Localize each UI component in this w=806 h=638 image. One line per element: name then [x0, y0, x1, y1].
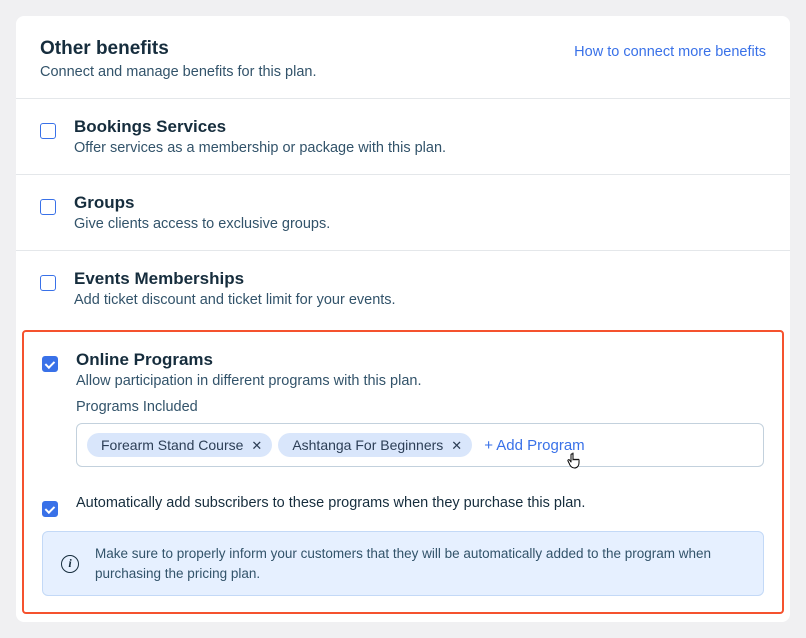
- bookings-body: Bookings Services Offer services as a me…: [74, 117, 766, 156]
- auto-add-row: Automatically add subscribers to these p…: [24, 481, 782, 517]
- info-icon: i: [61, 555, 79, 573]
- programs-included-input[interactable]: Forearm Stand Course ✕ Ashtanga For Begi…: [76, 423, 764, 467]
- online-programs-highlight: Online Programs Allow participation in d…: [22, 330, 784, 614]
- programs-title: Online Programs: [76, 350, 764, 370]
- programs-included-area: Programs Included Forearm Stand Course ✕…: [24, 399, 782, 481]
- benefit-row-programs: Online Programs Allow participation in d…: [24, 332, 782, 399]
- bookings-checkbox[interactable]: [40, 123, 56, 139]
- groups-desc: Give clients access to exclusive groups.: [74, 216, 766, 232]
- benefit-row-groups: Groups Give clients access to exclusive …: [16, 174, 790, 250]
- auto-add-text: Automatically add subscribers to these p…: [76, 495, 585, 511]
- card-subtitle: Connect and manage benefits for this pla…: [40, 64, 574, 80]
- bookings-title: Bookings Services: [74, 117, 766, 137]
- auto-add-checkbox[interactable]: [42, 501, 58, 517]
- program-chip: Ashtanga For Beginners ✕: [278, 433, 472, 457]
- bookings-desc: Offer services as a membership or packag…: [74, 140, 766, 156]
- card-title: Other benefits: [40, 38, 574, 60]
- info-banner: i Make sure to properly inform your cust…: [42, 531, 764, 596]
- benefit-row-bookings: Bookings Services Offer services as a me…: [16, 98, 790, 174]
- programs-included-label: Programs Included: [76, 399, 764, 415]
- groups-checkbox[interactable]: [40, 199, 56, 215]
- cursor-pointer-icon: [567, 451, 583, 474]
- close-icon[interactable]: ✕: [251, 439, 262, 452]
- events-body: Events Memberships Add ticket discount a…: [74, 269, 766, 308]
- program-chip: Forearm Stand Course ✕: [87, 433, 272, 457]
- close-icon[interactable]: ✕: [451, 439, 462, 452]
- groups-title: Groups: [74, 193, 766, 213]
- card-header-text: Other benefits Connect and manage benefi…: [40, 38, 574, 80]
- how-to-connect-link[interactable]: How to connect more benefits: [574, 44, 766, 60]
- events-checkbox[interactable]: [40, 275, 56, 291]
- programs-body: Online Programs Allow participation in d…: [76, 350, 764, 389]
- add-program-button[interactable]: + Add Program: [478, 437, 584, 454]
- benefits-card: Other benefits Connect and manage benefi…: [16, 16, 790, 622]
- programs-checkbox[interactable]: [42, 356, 58, 372]
- events-desc: Add ticket discount and ticket limit for…: [74, 292, 766, 308]
- programs-desc: Allow participation in different program…: [76, 373, 764, 389]
- program-chip-label: Ashtanga For Beginners: [292, 437, 443, 453]
- program-chip-label: Forearm Stand Course: [101, 437, 243, 453]
- benefit-row-events: Events Memberships Add ticket discount a…: [16, 250, 790, 326]
- groups-body: Groups Give clients access to exclusive …: [74, 193, 766, 232]
- card-header: Other benefits Connect and manage benefi…: [16, 16, 790, 98]
- events-title: Events Memberships: [74, 269, 766, 289]
- info-banner-text: Make sure to properly inform your custom…: [95, 544, 745, 583]
